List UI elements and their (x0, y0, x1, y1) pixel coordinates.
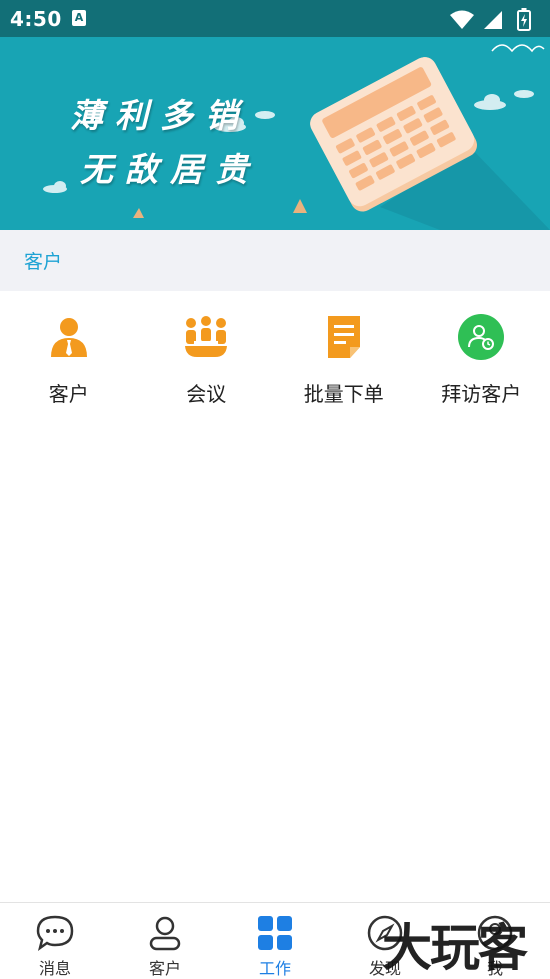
meeting-icon (185, 316, 228, 357)
nav-label: 客户 (148, 959, 181, 978)
section-title: 客户 (24, 251, 63, 273)
function-label: 批量下单 (303, 382, 384, 406)
promo-banner[interactable]: 薄利多销 无敌居贵 (0, 37, 550, 230)
function-label: 拜访客户 (441, 382, 522, 406)
function-grid: 客户 会议 批量下单 拜访客户 (0, 291, 550, 416)
function-label: 会议 (186, 382, 227, 406)
boat-icon (133, 208, 144, 218)
function-label: 客户 (48, 382, 89, 406)
nav-item-work[interactable]: 工作 (220, 903, 330, 979)
status-bar: 4:50 A (0, 0, 550, 37)
signal-icon (484, 11, 502, 29)
function-item-bulk-order[interactable]: 批量下单 (275, 291, 413, 416)
grid-icon (258, 916, 292, 950)
battery-icon (517, 8, 531, 31)
nav-label: 工作 (258, 959, 291, 978)
nav-item-customers[interactable]: 客户 (110, 903, 220, 979)
wifi-icon (450, 10, 474, 29)
function-item-visit-customer[interactable]: 拜访客户 (413, 291, 550, 416)
function-item-customer[interactable]: 客户 (0, 291, 138, 416)
nav-item-messages[interactable]: 消息 (0, 903, 110, 979)
status-time: 4:50 (10, 7, 62, 31)
boat-icon (293, 199, 307, 213)
status-icons (450, 8, 531, 31)
notification-icon: A (72, 10, 86, 26)
banner-slogan-line2: 无敌居贵 (80, 150, 260, 189)
message-icon (36, 915, 74, 951)
section-header: 客户 (0, 230, 550, 291)
banner-slogan-line1: 薄利多销 (70, 96, 250, 135)
function-item-meeting[interactable]: 会议 (138, 291, 276, 416)
watermark-logo: 大玩客 (382, 918, 528, 977)
nav-label: 消息 (38, 959, 71, 978)
bird-icon (491, 44, 545, 53)
visit-customer-icon (458, 314, 505, 360)
customer-icon (50, 318, 87, 357)
person-icon (149, 916, 181, 951)
bulk-order-icon (327, 316, 360, 358)
